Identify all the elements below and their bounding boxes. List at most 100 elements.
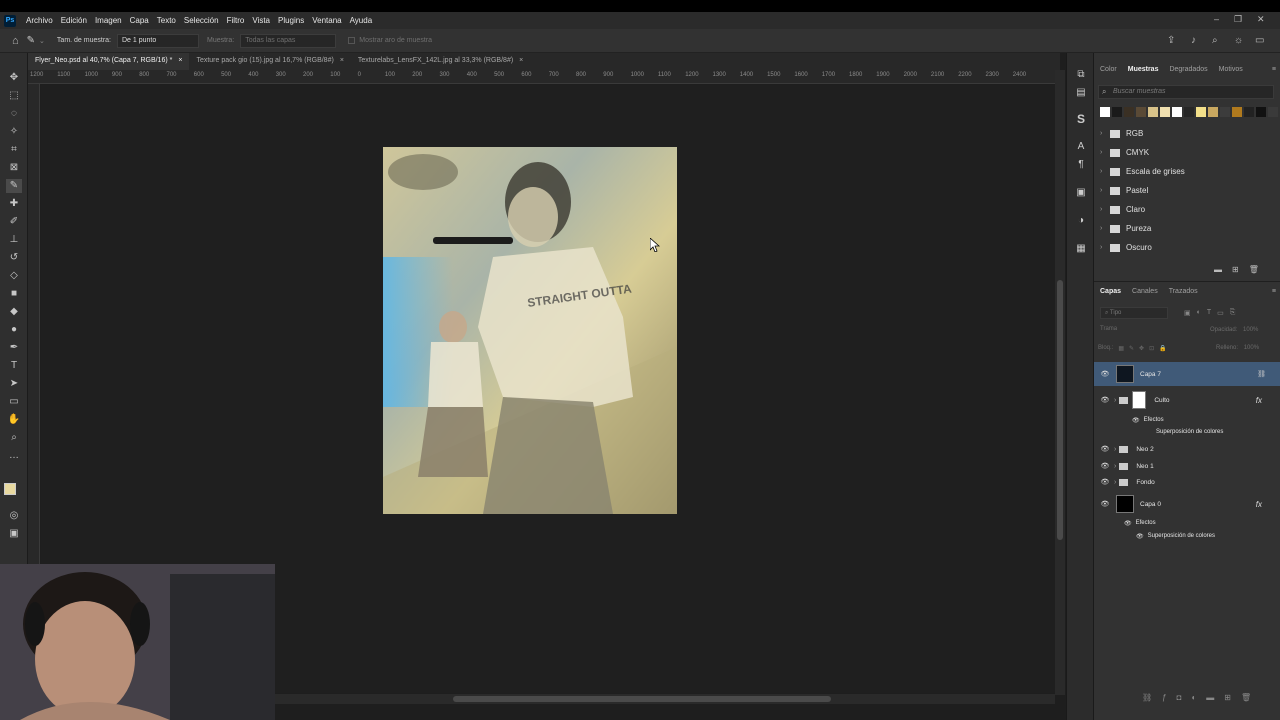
color-swatch[interactable] (1208, 107, 1218, 117)
fx-icon[interactable]: fx (1256, 396, 1262, 405)
vertical-scroll-thumb[interactable] (1057, 280, 1063, 540)
home-icon[interactable]: ⌂ (12, 35, 19, 47)
link-layers-icon[interactable]: ⛓ (1142, 693, 1152, 702)
chevron-down-icon[interactable]: ⌄ (39, 37, 45, 45)
layer-fondo[interactable]: 👁 › Fondo (1094, 475, 1280, 489)
visibility-eye-icon[interactable]: 👁 (1100, 462, 1110, 470)
crop-tool-icon[interactable]: ⌗ (6, 143, 22, 157)
share-icon[interactable]: ⇪ (1167, 35, 1175, 46)
chevron-right-icon[interactable]: › (1114, 479, 1116, 486)
menu-edicion[interactable]: Edición (57, 16, 91, 25)
menu-capa[interactable]: Capa (126, 16, 153, 25)
visibility-eye-icon[interactable]: 👁 (1100, 445, 1110, 453)
layer-kind-filter[interactable]: ⌕ Tipo (1100, 307, 1168, 319)
character-panel-icon[interactable]: A (1075, 141, 1087, 153)
color-swatch[interactable] (1244, 107, 1254, 117)
new-group-icon[interactable]: ▬ (1214, 265, 1222, 274)
magic-wand-tool-icon[interactable]: ✧ (6, 125, 22, 139)
lock-artboard-icon[interactable]: ⊡ (1149, 345, 1154, 352)
close-tab-icon[interactable]: × (178, 57, 182, 66)
flyer-artwork-image[interactable]: STRAIGHT OUTTA (383, 147, 677, 514)
smart-object-filter-icon[interactable]: ⎘ (1230, 309, 1236, 317)
tab-muestras[interactable]: Muestras (1128, 66, 1159, 73)
properties-panel-icon[interactable]: ▣ (1075, 187, 1087, 199)
color-swatch[interactable] (1100, 107, 1110, 117)
fx-icon[interactable]: fx (1256, 500, 1262, 509)
chevron-right-icon[interactable]: › (1114, 446, 1116, 453)
swatch-group-pastel[interactable]: › Pastel (1094, 181, 1274, 200)
color-swatch[interactable] (1172, 107, 1182, 117)
layer-neo-2[interactable]: 👁 › Neo 2 (1094, 442, 1280, 456)
swatch-group-rgb[interactable]: › RGB (1094, 124, 1274, 143)
sample-size-select[interactable]: De 1 punto (117, 33, 199, 48)
color-swatch[interactable] (1196, 107, 1206, 117)
tab-color[interactable]: Color (1100, 66, 1117, 73)
search-icon[interactable]: ⌕ (1212, 35, 1218, 46)
chevron-right-icon[interactable]: › (1114, 463, 1116, 470)
trash-icon[interactable]: 🗑 (1241, 693, 1251, 702)
visibility-eye-icon[interactable]: 👁 (1100, 500, 1110, 508)
layer-neo-1[interactable]: 👁 › Neo 1 (1094, 459, 1280, 473)
tab-degradados[interactable]: Degradados (1169, 66, 1207, 73)
trash-icon[interactable]: 🗑 (1249, 265, 1259, 274)
menu-vista[interactable]: Vista (248, 16, 274, 25)
swatch-group-pureza[interactable]: › Pureza (1094, 219, 1274, 238)
menu-ayuda[interactable]: Ayuda (346, 16, 377, 25)
effect-color-overlay-row[interactable]: Superposición de colores (1094, 427, 1280, 437)
effect-eye-icon[interactable]: 👁 (1132, 417, 1140, 424)
tab-texturelabs[interactable]: Texturelabs_LensFX_142L.jpg al 33,3% (RG… (351, 53, 530, 70)
color-swatch[interactable] (1268, 107, 1278, 117)
comments-panel-icon[interactable]: ▤ (1075, 87, 1087, 99)
color-swatch[interactable] (1184, 107, 1194, 117)
menu-archivo[interactable]: Archivo (22, 16, 57, 25)
color-swatch[interactable] (1112, 107, 1122, 117)
shape-filter-icon[interactable]: ▭ (1217, 309, 1224, 317)
lasso-tool-icon[interactable]: ◌ (6, 107, 22, 121)
add-style-icon[interactable]: ƒ (1162, 693, 1166, 702)
layer-culto[interactable]: 👁 › Culto fx (1094, 389, 1280, 411)
color-swatch[interactable] (1148, 107, 1158, 117)
layer-capa-7[interactable]: 👁 Capa 7 ⛓ (1094, 362, 1280, 386)
menu-seleccion[interactable]: Selección (180, 16, 223, 25)
new-group-icon[interactable]: ▬ (1206, 693, 1214, 702)
tab-canales[interactable]: Canales (1132, 288, 1158, 295)
panel-menu-icon[interactable]: ≡ (1272, 66, 1276, 73)
menu-texto[interactable]: Texto (153, 16, 180, 25)
stock-panel-icon[interactable]: S (1075, 113, 1087, 125)
menu-imagen[interactable]: Imagen (91, 16, 126, 25)
lock-position-icon[interactable]: ✥ (1139, 345, 1144, 352)
effect-color-overlay-row[interactable]: 👁 Superposición de colores (1094, 531, 1280, 541)
lock-paint-icon[interactable]: ✎ (1129, 345, 1134, 352)
libraries-panel-icon[interactable]: ▦ (1075, 243, 1087, 255)
new-layer-icon[interactable]: ⊞ (1224, 693, 1231, 702)
color-swatch[interactable] (1256, 107, 1266, 117)
close-button[interactable]: ✕ (1257, 14, 1265, 25)
horizontal-scroll-thumb[interactable] (453, 696, 831, 702)
color-swatch[interactable] (1136, 107, 1146, 117)
lightbulb-icon[interactable]: ☼ (1234, 35, 1243, 46)
quick-mask-icon[interactable]: ◎ (6, 509, 22, 523)
minimize-button[interactable]: – (1214, 14, 1219, 24)
pixel-filter-icon[interactable]: ▣ (1184, 309, 1191, 317)
tab-texture-pack[interactable]: Texture pack gio (15).jpg al 16,7% (RGB/… (189, 53, 350, 70)
adjustment-filter-icon[interactable]: ◐ (1197, 309, 1201, 317)
tab-flyer-neo[interactable]: Flyer_Neo.psd al 40,7% (Capa 7, RGB/16) … (28, 53, 190, 70)
tab-capas[interactable]: Capas (1100, 288, 1121, 295)
type-tool-icon[interactable]: T (6, 359, 22, 373)
restore-button[interactable]: ❐ (1234, 14, 1242, 25)
panel-menu-icon[interactable]: ≡ (1272, 288, 1276, 295)
type-filter-icon[interactable]: T (1207, 309, 1211, 317)
history-panel-icon[interactable]: ⧉ (1075, 69, 1087, 81)
swatch-search-field[interactable]: ⌕ Buscar muestras (1098, 85, 1274, 99)
paragraph-panel-icon[interactable]: ¶ (1075, 159, 1087, 171)
swatch-group-oscuro[interactable]: › Oscuro (1094, 238, 1274, 257)
vertical-scrollbar[interactable] (1055, 70, 1065, 695)
opacity-control[interactable]: Opacidad: 100% (1210, 327, 1258, 333)
screen-mode-icon[interactable]: ▣ (6, 527, 22, 541)
layer-effects-row[interactable]: 👁 Efectos (1094, 518, 1280, 528)
adjustments-panel-icon[interactable]: ◑ (1075, 215, 1087, 227)
history-brush-icon[interactable]: ↺ (6, 251, 22, 265)
chevron-right-icon[interactable]: › (1114, 397, 1116, 404)
brush-tool-icon[interactable]: ✐ (6, 215, 22, 229)
blur-tool-icon[interactable]: ◆ (6, 305, 22, 319)
